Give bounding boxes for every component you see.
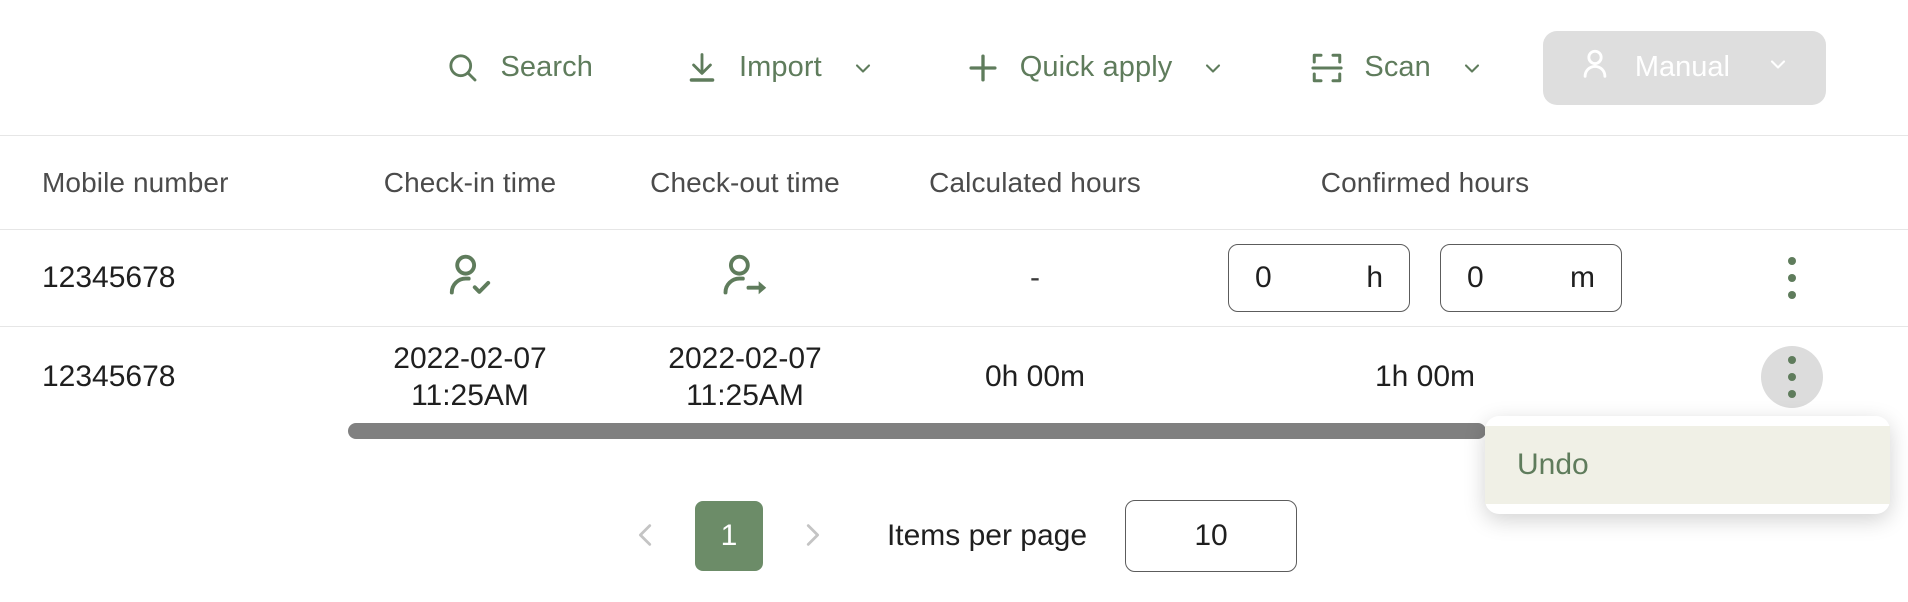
chevron-left-icon [631,520,661,553]
chevron-down-icon [1200,55,1226,81]
quick-apply-label: Quick apply [1019,51,1173,83]
manual-mode-button[interactable]: Manual [1542,30,1826,105]
kebab-menu-icon[interactable] [1782,257,1802,299]
page-number-button[interactable]: 1 [694,501,763,571]
quick-apply-button[interactable]: Quick apply [958,37,1231,99]
confirmed-minutes-value: 0 [1467,261,1484,294]
search-icon [442,47,484,89]
kebab-dot [1787,257,1796,265]
person-icon [1577,46,1613,90]
minutes-unit-label: m [1570,261,1595,294]
search-label: Search [500,51,593,83]
confirmed-minutes-input[interactable]: 0 m [1440,244,1622,312]
kebab-menu-icon-active[interactable] [1760,346,1823,408]
column-header-check-out-time: Check-out time [650,166,840,198]
download-icon [681,47,723,89]
cell-calculated-hours: - [1030,261,1040,294]
cell-mobile-number: 12345678 [42,261,176,294]
items-per-page-label: Items per page [886,519,1088,552]
menu-item-undo[interactable]: Undo [1485,426,1890,504]
table-row: 12345678 2022-02-07 11:25AM 2022-02-07 1… [0,327,1908,427]
cell-check-out-time [595,250,895,307]
search-button[interactable]: Search [438,37,597,99]
column-header-check-in-time: Check-in time [383,166,557,198]
chevron-down-icon [850,55,876,81]
table-header-row: Mobile number Check-in time Check-out ti… [0,136,1908,230]
cell-calculated-hours: 0h 00m [984,360,1086,393]
column-header-mobile-number: Mobile number [42,166,229,198]
cell-confirmed-hours: 1h 00m [1374,360,1476,393]
confirmed-hours-input[interactable]: 0 h [1228,244,1410,312]
cell-check-in-time: 2022-02-07 11:25AM [345,340,595,414]
kebab-dot [1787,274,1796,282]
table-row: 12345678 - 0 h 0 m [0,230,1908,327]
chevron-down-icon [1459,55,1485,81]
import-button[interactable]: Import [677,37,880,99]
cell-confirmed-hours: 0 h 0 m [1175,244,1675,312]
row-actions-dropdown: Undo [1485,416,1890,514]
cell-check-out-time: 2022-02-07 11:25AM [595,340,895,414]
person-check-icon[interactable] [444,254,496,306]
previous-page-button[interactable] [610,501,681,571]
confirmed-hours-value: 0 [1255,261,1272,294]
check-out-date: 2022-02-07 [668,341,822,375]
check-out-time: 11:25AM [686,379,804,412]
import-label: Import [738,51,822,83]
chevron-right-icon [797,520,827,553]
kebab-dots [1782,356,1802,398]
column-header-calculated-hours: Calculated hours [929,166,1141,198]
person-arrow-icon[interactable] [719,254,771,306]
horizontal-scrollbar-thumb[interactable] [348,423,1486,439]
kebab-dot [1787,356,1796,364]
attendance-table: Mobile number Check-in time Check-out ti… [0,136,1908,427]
manual-label: Manual [1634,51,1730,83]
kebab-dot [1787,373,1796,381]
cell-actions [1675,346,1908,408]
next-page-button[interactable] [776,501,847,571]
items-per-page-select[interactable]: 10 [1125,500,1298,572]
cell-mobile-number: 12345678 [42,360,176,393]
hours-unit-label: h [1366,261,1383,294]
cell-check-in-time [345,250,595,307]
check-in-time: 11:25AM [411,379,529,412]
plus-icon [962,47,1004,89]
scan-button[interactable]: Scan [1302,37,1489,99]
scan-label: Scan [1364,51,1431,83]
kebab-dot [1787,390,1796,398]
scan-frame-icon [1306,47,1348,89]
column-header-confirmed-hours: Confirmed hours [1320,166,1530,198]
check-in-date: 2022-02-07 [393,341,547,375]
cell-actions [1675,257,1908,299]
chevron-down-icon [1766,51,1790,84]
top-toolbar: Search Import Quick apply Scan Manual [0,0,1908,136]
kebab-dot [1787,291,1796,299]
